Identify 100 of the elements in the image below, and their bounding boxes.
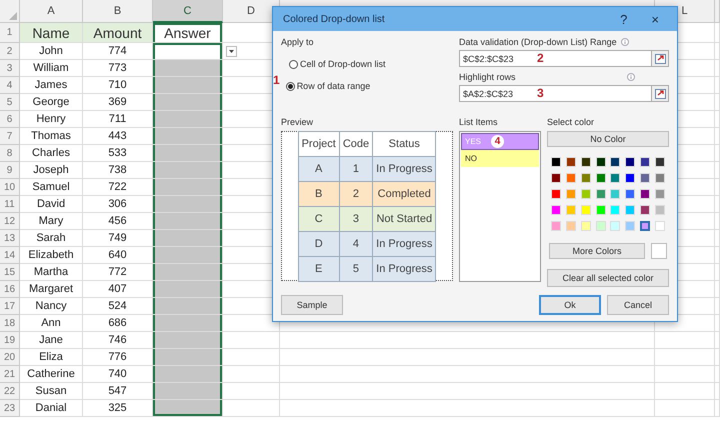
table-cell[interactable] [280,400,655,417]
row-header[interactable]: 9 [0,162,20,179]
answer-cell[interactable] [153,213,223,230]
row-header[interactable]: 15 [0,264,20,281]
answer-cell[interactable] [153,94,223,111]
table-cell[interactable] [655,366,715,383]
answer-cell[interactable] [153,60,223,77]
table-cell[interactable] [715,179,720,196]
answer-cell[interactable] [153,400,223,417]
row-header[interactable]: 23 [0,400,20,417]
answer-cell[interactable] [153,230,223,247]
range-select-button[interactable] [652,50,669,67]
table-cell[interactable] [715,128,720,145]
table-cell[interactable] [715,230,720,247]
row-header[interactable]: 6 [0,111,20,128]
column-header[interactable]: D [223,0,280,23]
row-header[interactable]: 18 [0,315,20,332]
more-colors-button[interactable]: More Colors [549,243,645,259]
table-cell[interactable] [715,366,720,383]
table-cell[interactable] [223,349,280,366]
table-cell[interactable] [655,383,715,400]
table-cell[interactable] [715,23,720,43]
row-header[interactable]: 17 [0,298,20,315]
table-cell[interactable] [715,77,720,94]
row-header[interactable]: 10 [0,179,20,196]
table-cell[interactable] [715,196,720,213]
table-cell[interactable] [655,332,715,349]
table-cell[interactable] [223,383,280,400]
answer-cell[interactable] [153,128,223,145]
row-header[interactable]: 12 [0,213,20,230]
answer-cell[interactable] [153,162,223,179]
row-header[interactable]: 2 [0,43,20,60]
column-header[interactable]: B [83,0,153,23]
table-cell[interactable] [715,281,720,298]
table-cell[interactable] [715,60,720,77]
table-cell[interactable] [715,332,720,349]
cancel-button[interactable]: Cancel [607,295,669,315]
table-cell[interactable] [280,366,655,383]
radio-option[interactable]: Cell of Drop-down list [289,59,386,69]
dropdown-button[interactable] [226,46,237,57]
answer-cell[interactable] [153,77,223,94]
row-header[interactable]: 8 [0,145,20,162]
row-header[interactable]: 16 [0,281,20,298]
no-color-button[interactable]: No Color [547,131,669,147]
table-cell[interactable] [655,349,715,366]
answer-cell[interactable] [153,281,223,298]
answer-cell[interactable] [153,196,223,213]
info-icon[interactable] [627,73,635,81]
answer-cell[interactable] [153,145,223,162]
list-item[interactable]: NO [461,150,539,167]
answer-cell[interactable] [153,247,223,264]
table-cell[interactable] [223,400,280,417]
info-icon[interactable] [620,38,629,46]
row-header[interactable]: 21 [0,366,20,383]
table-cell[interactable] [715,145,720,162]
row-header[interactable]: 13 [0,230,20,247]
row-header[interactable]: 14 [0,247,20,264]
range-select-button[interactable] [652,85,669,102]
row-header[interactable]: 19 [0,332,20,349]
answer-cell[interactable] [153,366,223,383]
answer-cell[interactable] [153,332,223,349]
table-cell[interactable] [715,213,720,230]
answer-cell[interactable] [153,383,223,400]
answer-cell[interactable] [153,298,223,315]
row-header[interactable]: 20 [0,349,20,366]
answer-cell[interactable] [153,264,223,281]
table-cell[interactable] [280,332,655,349]
row-header[interactable]: 7 [0,128,20,145]
table-cell[interactable] [715,383,720,400]
table-cell[interactable] [715,400,720,417]
column-header[interactable]: C [153,0,223,23]
table-cell[interactable] [715,349,720,366]
sample-button[interactable]: Sample [281,295,343,315]
row-header[interactable]: 22 [0,383,20,400]
table-cell[interactable] [223,332,280,349]
answer-cell[interactable] [153,179,223,196]
answer-cell[interactable] [153,349,223,366]
help-button[interactable]: ? [612,12,636,26]
table-cell[interactable] [715,162,720,179]
table-cell[interactable] [715,247,720,264]
answer-cell[interactable] [153,111,223,128]
row-header[interactable]: 4 [0,77,20,94]
select-all-icon[interactable] [8,12,16,20]
answer-cell[interactable] [153,43,223,60]
table-cell[interactable] [280,349,655,366]
clear-colors-button[interactable]: Clear all selected color [547,269,669,287]
table-cell[interactable] [715,264,720,281]
column-header[interactable] [715,0,720,23]
table-cell[interactable] [715,43,720,60]
radio-option[interactable]: Row of data range [286,81,370,91]
ok-button[interactable]: Ok [539,295,601,315]
table-cell[interactable] [715,298,720,315]
table-cell[interactable] [715,315,720,332]
list-item[interactable]: YES 4 [461,133,539,150]
table-cell[interactable] [715,94,720,111]
table-cell[interactable] [223,366,280,383]
answer-cell[interactable] [153,315,223,332]
color-swatch[interactable] [640,221,650,231]
table-cell[interactable] [715,111,720,128]
corner-cell[interactable] [0,0,20,23]
